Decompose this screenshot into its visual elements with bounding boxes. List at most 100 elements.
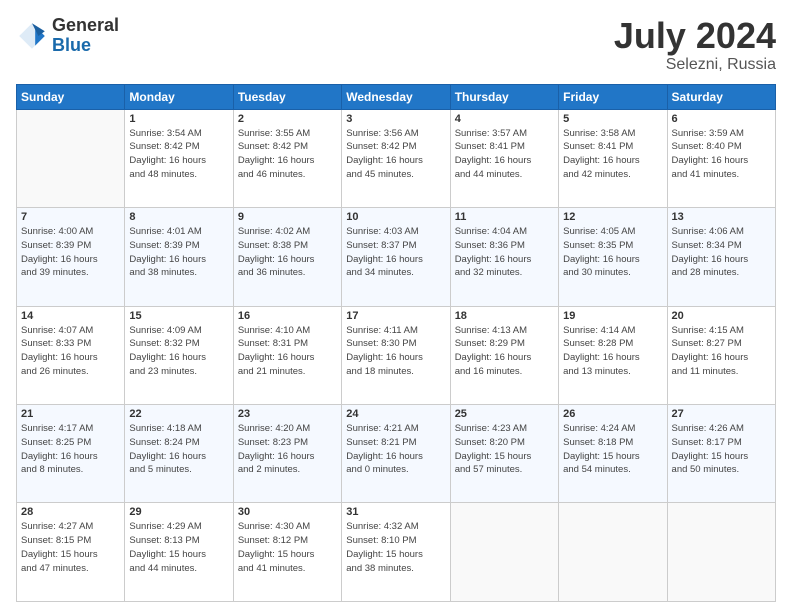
day-info: Sunrise: 4:18 AM Sunset: 8:24 PM Dayligh… xyxy=(129,422,228,477)
table-row: 18Sunrise: 4:13 AM Sunset: 8:29 PM Dayli… xyxy=(450,306,558,404)
table-row: 15 Sunrise: 4:09 AM Sunset: 8:32 PM Dayli… xyxy=(125,306,233,404)
table-row: 14Sunrise: 4:07 AM Sunset: 8:33 PM Dayli… xyxy=(17,306,125,404)
day-number: 31 xyxy=(346,506,445,518)
col-friday: Friday xyxy=(559,84,667,109)
logo-icon xyxy=(16,20,48,52)
day-number: 24 xyxy=(346,408,445,420)
day-info: Sunrise: 4:27 AM Sunset: 8:15 PM Dayligh… xyxy=(21,520,120,575)
day-info: Sunrise: 4:20 AM Sunset: 8:23 PM Dayligh… xyxy=(238,422,337,477)
table-row: 9Sunrise: 4:02 AM Sunset: 8:38 PM Daylig… xyxy=(233,208,341,306)
table-row: 23 Sunrise: 4:20 AM Sunset: 8:23 PM Dayli… xyxy=(233,405,341,503)
calendar-week-row: 1 Sunrise: 3:54 AM Sunset: 8:42 PM Daylig… xyxy=(17,109,776,207)
day-number: 5 xyxy=(563,113,662,125)
day-info: Sunrise: 4:23 AM Sunset: 8:20 PM Dayligh… xyxy=(455,422,554,477)
col-thursday: Thursday xyxy=(450,84,558,109)
table-row: 21Sunrise: 4:17 AM Sunset: 8:25 PM Dayli… xyxy=(17,405,125,503)
table-row: 29 Sunrise: 4:29 AM Sunset: 8:13 PM Dayli… xyxy=(125,503,233,602)
day-number: 16 xyxy=(238,310,337,322)
day-number: 27 xyxy=(672,408,771,420)
table-row: 22Sunrise: 4:18 AM Sunset: 8:24 PM Dayli… xyxy=(125,405,233,503)
day-info: Sunrise: 4:32 AM Sunset: 8:10 PM Dayligh… xyxy=(346,520,445,575)
logo-general-text: General xyxy=(52,16,119,36)
day-info: Sunrise: 4:21 AM Sunset: 8:21 PM Dayligh… xyxy=(346,422,445,477)
day-info: Sunrise: 4:03 AM Sunset: 8:37 PM Dayligh… xyxy=(346,225,445,280)
calendar-week-row: 14Sunrise: 4:07 AM Sunset: 8:33 PM Dayli… xyxy=(17,306,776,404)
day-number: 1 xyxy=(129,113,228,125)
day-info: Sunrise: 4:00 AM Sunset: 8:39 PM Dayligh… xyxy=(21,225,120,280)
day-number: 19 xyxy=(563,310,662,322)
day-info: Sunrise: 4:01 AM Sunset: 8:39 PM Dayligh… xyxy=(129,225,228,280)
title-location: Selezni, Russia xyxy=(614,56,776,74)
table-row: 28Sunrise: 4:27 AM Sunset: 8:15 PM Dayli… xyxy=(17,503,125,602)
table-row xyxy=(667,503,775,602)
table-row xyxy=(17,109,125,207)
day-info: Sunrise: 4:15 AM Sunset: 8:27 PM Dayligh… xyxy=(672,324,771,379)
day-info: Sunrise: 3:54 AM Sunset: 8:42 PM Dayligh… xyxy=(129,127,228,182)
table-row: 10 Sunrise: 4:03 AM Sunset: 8:37 PM Dayli… xyxy=(342,208,450,306)
day-number: 26 xyxy=(563,408,662,420)
table-row: 24 Sunrise: 4:21 AM Sunset: 8:21 PM Dayli… xyxy=(342,405,450,503)
day-info: Sunrise: 4:11 AM Sunset: 8:30 PM Dayligh… xyxy=(346,324,445,379)
day-number: 23 xyxy=(238,408,337,420)
table-row: 8 Sunrise: 4:01 AM Sunset: 8:39 PM Daylig… xyxy=(125,208,233,306)
day-number: 17 xyxy=(346,310,445,322)
calendar-week-row: 21Sunrise: 4:17 AM Sunset: 8:25 PM Dayli… xyxy=(17,405,776,503)
day-number: 8 xyxy=(129,211,228,223)
table-row: 30 Sunrise: 4:30 AM Sunset: 8:12 PM Dayli… xyxy=(233,503,341,602)
day-info: Sunrise: 4:13 AM Sunset: 8:29 PM Dayligh… xyxy=(455,324,554,379)
table-row: 5Sunrise: 3:58 AM Sunset: 8:41 PM Daylig… xyxy=(559,109,667,207)
day-number: 7 xyxy=(21,211,120,223)
day-info: Sunrise: 3:55 AM Sunset: 8:42 PM Dayligh… xyxy=(238,127,337,182)
table-row: 7 Sunrise: 4:00 AM Sunset: 8:39 PM Daylig… xyxy=(17,208,125,306)
day-info: Sunrise: 4:30 AM Sunset: 8:12 PM Dayligh… xyxy=(238,520,337,575)
day-info: Sunrise: 4:14 AM Sunset: 8:28 PM Dayligh… xyxy=(563,324,662,379)
day-info: Sunrise: 3:56 AM Sunset: 8:42 PM Dayligh… xyxy=(346,127,445,182)
table-row: 16 Sunrise: 4:10 AM Sunset: 8:31 PM Dayli… xyxy=(233,306,341,404)
col-wednesday: Wednesday xyxy=(342,84,450,109)
page: General Blue July 2024 Selezni, Russia S… xyxy=(0,0,792,612)
day-number: 9 xyxy=(238,211,337,223)
day-info: Sunrise: 4:17 AM Sunset: 8:25 PM Dayligh… xyxy=(21,422,120,477)
col-saturday: Saturday xyxy=(667,84,775,109)
day-number: 4 xyxy=(455,113,554,125)
col-sunday: Sunday xyxy=(17,84,125,109)
logo-text: General Blue xyxy=(52,16,119,56)
table-row: 31 Sunrise: 4:32 AM Sunset: 8:10 PM Dayli… xyxy=(342,503,450,602)
day-info: Sunrise: 4:06 AM Sunset: 8:34 PM Dayligh… xyxy=(672,225,771,280)
col-tuesday: Tuesday xyxy=(233,84,341,109)
day-number: 10 xyxy=(346,211,445,223)
day-info: Sunrise: 4:04 AM Sunset: 8:36 PM Dayligh… xyxy=(455,225,554,280)
calendar-week-row: 7 Sunrise: 4:00 AM Sunset: 8:39 PM Daylig… xyxy=(17,208,776,306)
day-number: 15 xyxy=(129,310,228,322)
table-row xyxy=(559,503,667,602)
day-info: Sunrise: 4:09 AM Sunset: 8:32 PM Dayligh… xyxy=(129,324,228,379)
calendar-header-row: Sunday Monday Tuesday Wednesday Thursday… xyxy=(17,84,776,109)
table-row: 2 Sunrise: 3:55 AM Sunset: 8:42 PM Daylig… xyxy=(233,109,341,207)
day-number: 3 xyxy=(346,113,445,125)
table-row: 20Sunrise: 4:15 AM Sunset: 8:27 PM Dayli… xyxy=(667,306,775,404)
table-row: 4 Sunrise: 3:57 AM Sunset: 8:41 PM Daylig… xyxy=(450,109,558,207)
day-number: 25 xyxy=(455,408,554,420)
table-row: 1 Sunrise: 3:54 AM Sunset: 8:42 PM Daylig… xyxy=(125,109,233,207)
logo-blue-text: Blue xyxy=(52,36,119,56)
col-monday: Monday xyxy=(125,84,233,109)
day-number: 14 xyxy=(21,310,120,322)
table-row: 6Sunrise: 3:59 AM Sunset: 8:40 PM Daylig… xyxy=(667,109,775,207)
logo: General Blue xyxy=(16,16,119,56)
table-row: 11 Sunrise: 4:04 AM Sunset: 8:36 PM Dayli… xyxy=(450,208,558,306)
day-info: Sunrise: 3:57 AM Sunset: 8:41 PM Dayligh… xyxy=(455,127,554,182)
day-info: Sunrise: 4:05 AM Sunset: 8:35 PM Dayligh… xyxy=(563,225,662,280)
table-row: 19 Sunrise: 4:14 AM Sunset: 8:28 PM Dayli… xyxy=(559,306,667,404)
title-block: July 2024 Selezni, Russia xyxy=(614,16,776,74)
day-info: Sunrise: 4:10 AM Sunset: 8:31 PM Dayligh… xyxy=(238,324,337,379)
day-number: 30 xyxy=(238,506,337,518)
table-row: 17 Sunrise: 4:11 AM Sunset: 8:30 PM Dayli… xyxy=(342,306,450,404)
table-row: 25 Sunrise: 4:23 AM Sunset: 8:20 PM Dayli… xyxy=(450,405,558,503)
day-number: 11 xyxy=(455,211,554,223)
calendar-week-row: 28Sunrise: 4:27 AM Sunset: 8:15 PM Dayli… xyxy=(17,503,776,602)
table-row: 26Sunrise: 4:24 AM Sunset: 8:18 PM Dayli… xyxy=(559,405,667,503)
day-info: Sunrise: 4:29 AM Sunset: 8:13 PM Dayligh… xyxy=(129,520,228,575)
day-number: 29 xyxy=(129,506,228,518)
title-month: July 2024 xyxy=(614,16,776,56)
day-number: 2 xyxy=(238,113,337,125)
